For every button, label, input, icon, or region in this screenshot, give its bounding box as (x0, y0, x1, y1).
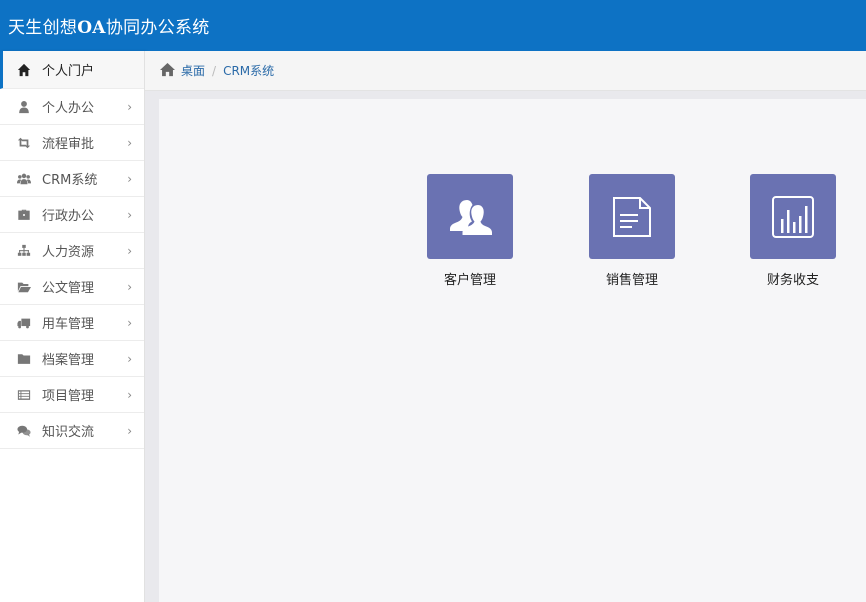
customer-icon (450, 199, 492, 235)
sidebar-item-crm[interactable]: CRM系统 › (0, 161, 144, 197)
sidebar-item-documents[interactable]: 公文管理 › (0, 269, 144, 305)
chevron-right-icon: › (127, 315, 132, 330)
user-icon (16, 99, 32, 115)
tile-label: 客户管理 (443, 273, 496, 288)
tile-finance[interactable]: 财务收支 (738, 174, 848, 288)
folder-icon (16, 351, 32, 367)
chevron-right-icon: › (127, 279, 132, 294)
users-icon (16, 171, 32, 187)
content-panel: 客户管理 销售管理 财务收支 (159, 99, 866, 602)
chevron-right-icon: › (127, 351, 132, 366)
sidebar-item-archives[interactable]: 档案管理 › (0, 341, 144, 377)
bar-chart-icon (772, 195, 814, 238)
sidebar-item-vehicles[interactable]: 用车管理 › (0, 305, 144, 341)
tile-icon-box (589, 174, 675, 259)
breadcrumb-current: CRM系统 (223, 64, 275, 78)
chevron-right-icon: › (127, 171, 132, 186)
retweet-icon (16, 135, 32, 151)
chevron-right-icon: › (127, 99, 132, 114)
breadcrumb-home-link[interactable]: 桌面 (181, 62, 205, 79)
top-header: 天生创想OA协同办公系统 (0, 0, 866, 51)
tile-label: 销售管理 (605, 273, 658, 288)
folder-open-icon (16, 279, 32, 295)
sidebar-item-projects[interactable]: 项目管理 › (0, 377, 144, 413)
briefcase-icon (16, 207, 32, 223)
truck-icon (16, 315, 32, 331)
sidebar-item-workflow[interactable]: 流程审批 › (0, 125, 144, 161)
sitemap-icon (16, 243, 32, 259)
breadcrumb-separator: / (212, 63, 217, 78)
sidebar-item-personal-office[interactable]: 个人办公 › (0, 89, 144, 125)
tile-customer-management[interactable]: 客户管理 (415, 174, 525, 288)
app-title: 天生创想OA协同办公系统 (8, 18, 210, 38)
list-icon (16, 387, 32, 403)
chevron-right-icon: › (127, 135, 132, 150)
sidebar-item-hr[interactable]: 人力资源 › (0, 233, 144, 269)
sidebar-item-admin-office[interactable]: 行政办公 › (0, 197, 144, 233)
sidebar-item-knowledge[interactable]: 知识交流 › (0, 413, 144, 449)
chevron-right-icon: › (127, 207, 132, 222)
chevron-right-icon: › (127, 387, 132, 402)
sidebar-item-portal[interactable]: 个人门户 (0, 51, 144, 89)
comments-icon (16, 423, 32, 439)
chevron-right-icon: › (127, 423, 132, 438)
home-icon (16, 62, 32, 78)
chevron-right-icon: › (127, 243, 132, 258)
sidebar: 个人门户 个人办公 › 流程审批 › CRM系统 › 行政办公 › 人力资源 ›… (0, 51, 145, 602)
document-icon (613, 196, 651, 237)
breadcrumb: 桌面 / CRM系统 (145, 51, 866, 91)
tile-icon-box (427, 174, 513, 259)
tile-sales-management[interactable]: 销售管理 (577, 174, 687, 288)
tile-icon-box (750, 174, 836, 259)
home-icon[interactable] (159, 62, 181, 80)
tile-label: 财务收支 (766, 273, 819, 288)
sidebar-item-label: 个人门户 (42, 64, 95, 79)
